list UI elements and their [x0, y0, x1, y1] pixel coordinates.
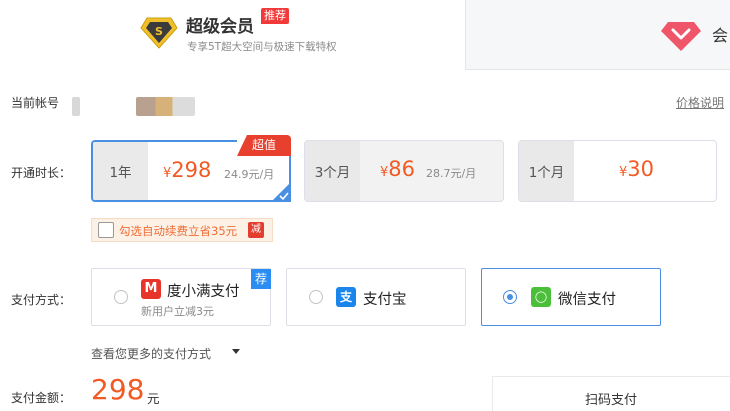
- duration-unit-price: 28.7元/月: [426, 167, 477, 180]
- vip-diamond-icon: [661, 22, 701, 51]
- duration-period: 3个月: [305, 141, 360, 201]
- alipay-radio[interactable]: [309, 290, 323, 304]
- payment-name: 支付宝: [363, 292, 407, 308]
- duration-price: ¥298: [163, 158, 212, 182]
- duxiaoman-icon: M: [141, 279, 161, 299]
- wechat-pay-icon: ◯: [531, 287, 551, 307]
- duration-unit-price: 24.9元/月: [224, 168, 275, 181]
- vip-title: 会: [712, 26, 729, 45]
- recommend-tag: 荐: [251, 269, 271, 289]
- recommend-badge: 推荐: [261, 8, 289, 24]
- svip-subtitle: 专享5T超大空间与极速下载特权: [187, 41, 337, 53]
- alipay-icon: 支: [336, 287, 356, 307]
- duration-price: ¥86: [380, 157, 416, 181]
- discount-tag: 减: [248, 222, 264, 238]
- amount-value: 298: [91, 373, 145, 406]
- duration-option-1month[interactable]: 1个月 ¥30: [518, 140, 717, 202]
- auto-renew-checkbox[interactable]: [98, 222, 114, 238]
- payment-name: 微信支付: [558, 292, 616, 308]
- amount-label: 支付金额：: [11, 391, 72, 405]
- duration-period: 1个月: [519, 141, 574, 201]
- duration-period: 1年: [93, 142, 148, 200]
- svip-icon-letter: S: [155, 25, 163, 38]
- payment-promo: 新用户立减3元: [141, 305, 214, 318]
- selected-check-icon: [271, 182, 291, 202]
- payment-label: 支付方式：: [11, 293, 72, 307]
- wechat-radio[interactable]: [503, 290, 517, 304]
- account-avatar-blur: [136, 97, 195, 116]
- scan-pay-title: 扫码支付: [585, 393, 638, 408]
- price-info-link[interactable]: 价格说明: [676, 94, 724, 111]
- auto-renew-text[interactable]: 勾选自动续费立省35元: [119, 223, 237, 239]
- svip-diamond-icon: S: [140, 17, 178, 49]
- amount-unit: 元: [147, 391, 160, 406]
- value-badge-fold: [237, 135, 247, 156]
- more-payment-link[interactable]: 查看您更多的支付方式: [91, 345, 211, 362]
- duration-option-3months[interactable]: 3个月 ¥86 28.7元/月: [304, 140, 504, 202]
- account-name-blur: [72, 97, 80, 116]
- duxiaoman-radio[interactable]: [114, 290, 128, 304]
- svip-title: 超级会员: [186, 17, 254, 37]
- chevron-down-icon[interactable]: [232, 349, 240, 354]
- payment-name: 度小满支付: [167, 284, 240, 300]
- duration-label: 开通时长：: [11, 166, 72, 180]
- duration-price: ¥30: [619, 157, 655, 181]
- account-label: 当前帐号: [11, 96, 60, 110]
